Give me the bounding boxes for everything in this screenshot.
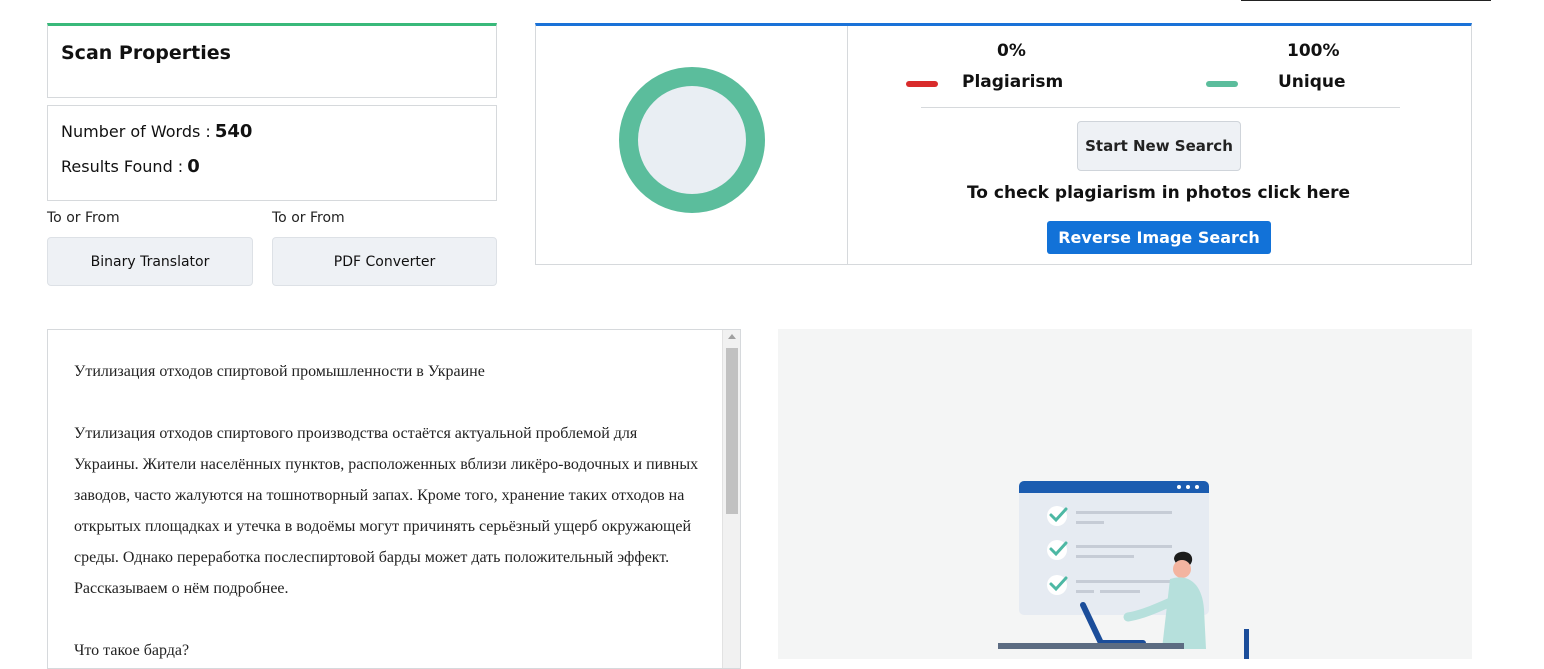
reverse-image-search-button[interactable]: Reverse Image Search <box>1047 221 1271 254</box>
scrollbar-thumb[interactable] <box>726 348 738 514</box>
word-count-label: Number of Words : <box>61 122 211 141</box>
scan-properties-body: Number of Words :540 Results Found :0 <box>47 105 497 201</box>
word-count-row: Number of Words :540 <box>61 121 252 142</box>
unique-label: Unique <box>1278 72 1346 92</box>
document-subheading: Что такое барда? <box>74 642 190 659</box>
results-found-value: 0 <box>187 156 200 177</box>
result-divider <box>847 26 848 265</box>
legend-separator <box>921 107 1400 108</box>
result-panel: 0% Plagiarism 100% Unique Start New Sear… <box>535 23 1472 265</box>
plagiarism-percent: 0% <box>997 41 1026 61</box>
plagiarism-label: Plagiarism <box>962 72 1064 92</box>
start-new-search-button[interactable]: Start New Search <box>1077 121 1241 171</box>
unique-percent: 100% <box>1287 41 1340 61</box>
document-text-area[interactable]: Утилизация отходов спиртовой промышленно… <box>47 329 741 669</box>
result-donut-chart <box>619 67 765 213</box>
pdf-converter-caption: To or From <box>272 210 345 226</box>
document-scrollbar[interactable] <box>722 330 740 668</box>
illustration-panel <box>778 329 1472 659</box>
unique-legend-swatch <box>1206 81 1238 87</box>
scan-properties-title: Scan Properties <box>61 42 231 64</box>
word-count-value: 540 <box>214 121 253 142</box>
document-title: Утилизация отходов спиртовой промышленно… <box>74 363 485 380</box>
binary-translator-caption: To or From <box>47 210 120 226</box>
results-found-row: Results Found :0 <box>61 156 200 177</box>
scan-properties-header: Scan Properties <box>47 23 497 98</box>
document-paragraph: Утилизация отходов спиртового производст… <box>74 425 699 597</box>
results-found-label: Results Found : <box>61 157 184 176</box>
top-underline <box>1241 0 1491 1</box>
binary-translator-button[interactable]: Binary Translator <box>47 237 253 286</box>
plagiarism-legend-swatch <box>906 81 938 87</box>
document-content: Утилизация отходов спиртовой промышленно… <box>74 356 704 668</box>
person-at-laptop-checklist-illustration <box>998 481 1249 659</box>
scroll-up-arrow-icon[interactable] <box>728 334 736 339</box>
photo-check-text: To check plagiarism in photos click here <box>966 183 1351 203</box>
pdf-converter-button[interactable]: PDF Converter <box>272 237 497 286</box>
